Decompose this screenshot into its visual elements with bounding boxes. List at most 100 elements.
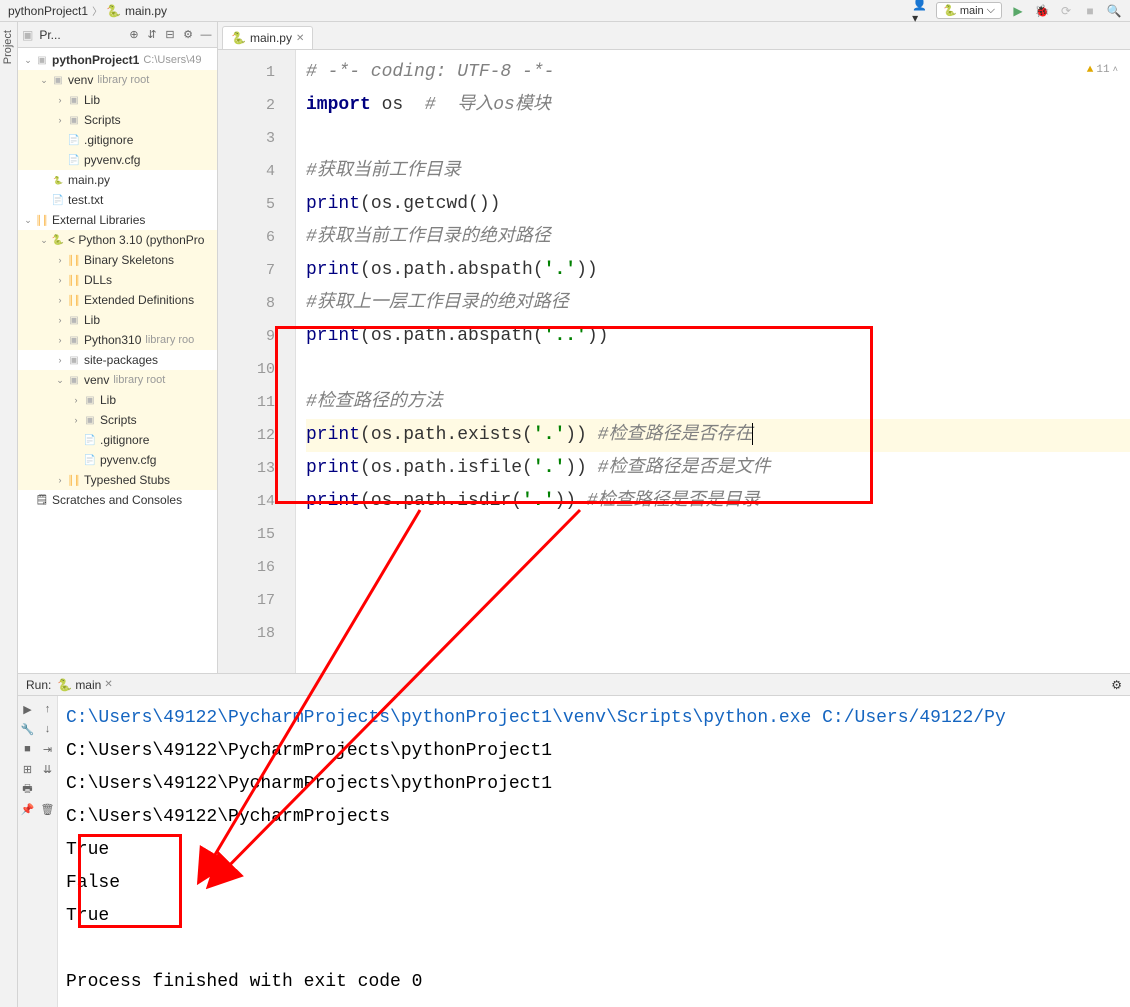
inspection-widget[interactable]: ▲ 11 ˄	[1087, 54, 1118, 87]
editor-tab-main[interactable]: 🐍 main.py ✕	[222, 26, 313, 49]
chevron-right-icon[interactable]: ›	[54, 255, 66, 265]
chevron-right-icon[interactable]: ›	[54, 95, 66, 105]
chevron-right-icon[interactable]: ›	[54, 475, 66, 485]
stop-icon[interactable]: ■	[19, 740, 37, 758]
hide-icon[interactable]: —	[199, 28, 213, 42]
topbar: pythonProject1 〉 🐍 main.py 👤▾ 🐍 main ⌵ ▶…	[0, 0, 1130, 22]
chevron-right-icon[interactable]: ›	[70, 395, 82, 405]
python-icon: 🐍	[50, 233, 66, 247]
rerun-icon[interactable]: ▶	[19, 700, 37, 718]
user-icon[interactable]: 👤▾	[912, 3, 928, 19]
tree-testtxt[interactable]: 📄 test.txt	[18, 190, 217, 210]
tree-extdefs[interactable]: › ║║ Extended Definitions	[18, 290, 217, 310]
chevron-down-icon[interactable]: ⌄	[38, 235, 50, 246]
tree-venv2[interactable]: ⌄ ▣ venv library root	[18, 370, 217, 390]
code-keyword: import	[306, 95, 371, 115]
chevron-right-icon[interactable]: ›	[54, 355, 66, 365]
tree-venv[interactable]: ⌄ ▣ venv library root	[18, 70, 217, 90]
tree-scripts[interactable]: › ▣ Scripts	[18, 110, 217, 130]
tree-dlls[interactable]: › ║║ DLLs	[18, 270, 217, 290]
down-icon[interactable]: ↓	[39, 720, 57, 738]
debug-icon[interactable]: 🐞	[1034, 3, 1050, 19]
tree-py310dir[interactable]: › ▣ Python310 library roo	[18, 330, 217, 350]
run-settings[interactable]: ⚙	[1111, 678, 1122, 692]
chevron-right-icon[interactable]: ›	[70, 415, 82, 425]
console-line: C:\Users\49122\PycharmProjects\pythonPro…	[66, 702, 1130, 735]
console-line: True	[66, 834, 1130, 867]
breadcrumb-project[interactable]: pythonProject1	[8, 4, 88, 18]
coverage-icon[interactable]: ⟳	[1058, 3, 1074, 19]
library-icon: ║║	[66, 473, 82, 487]
chevron-right-icon[interactable]: ›	[54, 335, 66, 345]
tree-lib[interactable]: › ▣ Lib	[18, 90, 217, 110]
wrench-icon[interactable]: 🔧	[19, 720, 37, 738]
code[interactable]: ▲ 11 ˄ # -*- coding: UTF-8 -*- import os…	[296, 50, 1130, 673]
gear-icon[interactable]: ⚙	[1111, 678, 1122, 692]
tree-py310dir-hint: library roo	[145, 334, 194, 346]
tree-scratches[interactable]: 🗒 Scratches and Consoles	[18, 490, 217, 510]
softwrap-icon[interactable]: ⇥	[39, 740, 57, 758]
console-line: True	[66, 900, 1130, 933]
tree-typeshed[interactable]: › ║║ Typeshed Stubs	[18, 470, 217, 490]
python-icon: 🐍	[57, 678, 72, 692]
tree-python310[interactable]: ⌄ 🐍 < Python 3.10 (pythonPro	[18, 230, 217, 250]
expand-icon[interactable]: ⇵	[145, 28, 159, 42]
close-icon[interactable]: ✕	[104, 679, 112, 690]
editor-body[interactable]: 123456789101112131415161718 ▲ 11 ˄ # -*-…	[218, 50, 1130, 673]
tree-typeshed-label: Typeshed Stubs	[84, 473, 170, 487]
tree-lib2-label: Lib	[84, 313, 100, 327]
scroll-icon[interactable]: ⇊	[39, 760, 57, 778]
tree-scripts2[interactable]: › ▣ Scripts	[18, 410, 217, 430]
gutter: 123456789101112131415161718	[218, 50, 296, 673]
tree-binskel[interactable]: › ║║ Binary Skeletons	[18, 250, 217, 270]
folder-icon: ▣	[66, 373, 82, 387]
tree-mainpy[interactable]: 🐍 main.py	[18, 170, 217, 190]
stop-icon[interactable]: ■	[1082, 3, 1098, 19]
code-builtin: print	[306, 326, 360, 346]
up-icon[interactable]: ↑	[39, 700, 57, 718]
chevron-down-icon[interactable]: ⌄	[22, 55, 34, 66]
library-icon: ║║	[34, 213, 50, 227]
run-config-selector[interactable]: 🐍 main ⌵	[936, 2, 1002, 19]
pin-icon[interactable]: 📌	[19, 800, 37, 818]
collapse-icon[interactable]: ⊟	[163, 28, 177, 42]
run-tab[interactable]: 🐍 main ✕	[57, 678, 112, 692]
file-icon: 📄	[66, 153, 82, 167]
library-icon: ║║	[66, 293, 82, 307]
breadcrumb[interactable]: pythonProject1 〉 🐍 main.py	[8, 3, 912, 18]
chevron-down-icon[interactable]: ⌄	[22, 215, 34, 226]
trash-icon[interactable]: 🗑	[39, 800, 57, 818]
project-tree[interactable]: ⌄ ▣ pythonProject1 C:\Users\49 ⌄ ▣ venv …	[18, 48, 217, 673]
run-toolbar: ▶ ↑ 🔧 ↓ ■ ⇥ ⊞ ⇊ 🖶 📌 🗑	[18, 696, 58, 1007]
tree-root[interactable]: ⌄ ▣ pythonProject1 C:\Users\49	[18, 50, 217, 70]
chevron-right-icon[interactable]: ›	[54, 315, 66, 325]
tree-scripts2-label: Scripts	[100, 413, 137, 427]
tree-external-libraries[interactable]: ⌄ ║║ External Libraries	[18, 210, 217, 230]
chevron-right-icon[interactable]: ›	[54, 115, 66, 125]
gear-icon[interactable]: ⚙	[181, 28, 195, 42]
chevron-down-icon[interactable]: ⌄	[54, 375, 66, 386]
tree-lib2[interactable]: › ▣ Lib	[18, 310, 217, 330]
tree-pyvenvcfg2[interactable]: 📄 pyvenv.cfg	[18, 450, 217, 470]
select-opened-icon[interactable]: ⊕	[127, 28, 141, 42]
tree-scratches-label: Scratches and Consoles	[52, 493, 182, 507]
tree-lib3[interactable]: › ▣ Lib	[18, 390, 217, 410]
code-text: ))	[587, 326, 609, 346]
search-icon[interactable]: 🔍	[1106, 3, 1122, 19]
console-output[interactable]: C:\Users\49122\PycharmProjects\pythonPro…	[58, 696, 1130, 1007]
tree-sitepkg[interactable]: › ▣ site-packages	[18, 350, 217, 370]
project-vertical-tab[interactable]: Project	[0, 22, 16, 72]
tree-pyvenvcfg[interactable]: 📄 pyvenv.cfg	[18, 150, 217, 170]
left-vertical-tabs: Project	[0, 22, 18, 1007]
chevron-down-icon[interactable]: ⌄	[38, 75, 50, 86]
tree-gitignore2[interactable]: 📄 .gitignore	[18, 430, 217, 450]
print-icon[interactable]: 🖶	[19, 780, 37, 798]
chevron-right-icon[interactable]: ›	[54, 295, 66, 305]
tree-gitignore[interactable]: 📄 .gitignore	[18, 130, 217, 150]
layout-icon[interactable]: ⊞	[19, 760, 37, 778]
topbar-right: 👤▾ 🐍 main ⌵ ▶ 🐞 ⟳ ■ 🔍	[912, 2, 1122, 19]
chevron-right-icon[interactable]: ›	[54, 275, 66, 285]
close-icon[interactable]: ✕	[296, 33, 304, 44]
breadcrumb-file[interactable]: main.py	[125, 4, 167, 18]
run-icon[interactable]: ▶	[1010, 3, 1026, 19]
